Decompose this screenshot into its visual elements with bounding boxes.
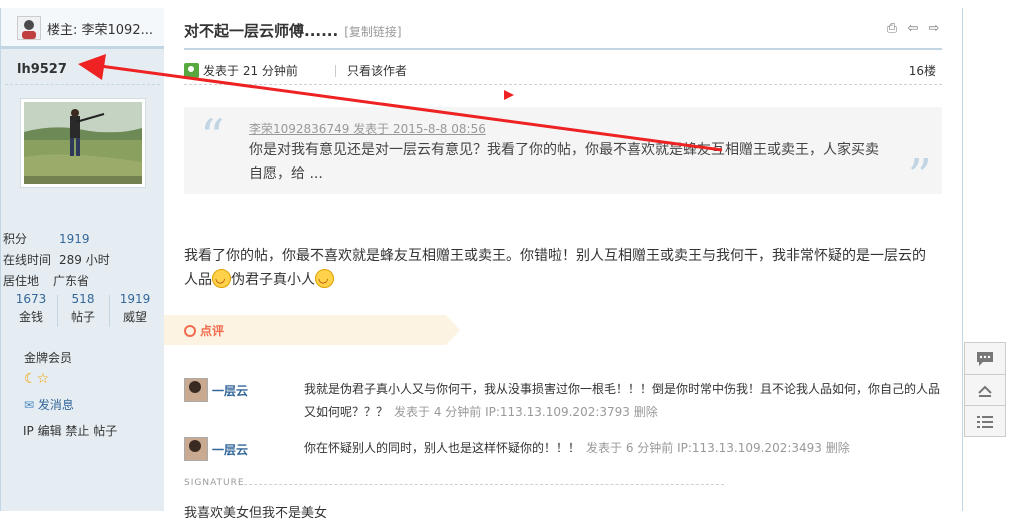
counter-label: 威望 <box>122 310 147 324</box>
floor-number[interactable]: 16楼 <box>909 62 936 79</box>
divider <box>57 295 58 327</box>
stat-value: 289 小时 <box>59 253 110 267</box>
counter-money[interactable]: 1673 金钱 <box>7 291 55 331</box>
signature-text: 我喜欢美女但我不是美女 <box>184 506 328 521</box>
next-thread-icon[interactable]: ⇨ <box>926 21 942 37</box>
comment-icon[interactable] <box>965 343 1005 373</box>
post-main: 对不起一层云师傅...... [复制链接] ⎙ ⇦ ⇨ 发表于 21 分钟前 只看… <box>164 8 963 521</box>
copy-link-button[interactable]: [复制链接] <box>344 25 401 39</box>
quote-text: 你是对我有意见还是对一层云有意见？我看了你的帖，你最不喜欢就是蜂友互相赠王或卖王… <box>249 142 879 182</box>
star-icon: ☆ <box>36 371 50 387</box>
stat-label: 居住地 <box>3 274 40 288</box>
stat-value: 广东省 <box>53 274 90 288</box>
quote-block: “ 李荣1092836749 发表于 2015-8-8 08:56 你是对我有意… <box>184 107 942 205</box>
comment-text: 我就是伪君子真小人又与你何干，我从没事损害过你一根毛！！！倒是你时常中伤我！且不… <box>304 378 944 424</box>
stat-label: 积分 <box>3 232 28 246</box>
prev-thread-icon[interactable]: ⇦ <box>905 21 921 37</box>
post-text: 伪君子真小人 <box>231 272 315 288</box>
author-only-link[interactable]: 只看该作者 <box>347 62 407 79</box>
divider <box>5 84 160 85</box>
back-to-top-icon[interactable] <box>965 375 1005 405</box>
counter-value: 1673 <box>15 292 47 306</box>
comment-section-header: 点评 <box>164 315 462 345</box>
stat-value[interactable]: 1919 <box>59 232 90 246</box>
post-meta: 发表于 21 分钟前 只看该作者 16楼 <box>184 62 942 82</box>
mail-icon: ✉ <box>24 398 35 412</box>
post-author-username[interactable]: lh9527 <box>17 62 67 77</box>
quote-source[interactable]: 李荣1092836749 发表于 2015-8-8 08:56 <box>249 120 486 137</box>
author-photo[interactable] <box>20 98 146 188</box>
list-icon[interactable] <box>965 406 1005 436</box>
smiley-icon <box>315 269 334 288</box>
comment-text: 你在怀疑别人的同时，别人也是这样怀疑你的！！！ 发表于 6 分钟前 IP:113.… <box>304 437 944 460</box>
op-avatar[interactable] <box>17 16 41 40</box>
thread-starter-bar: 楼主: 李荣1092... <box>1 8 164 49</box>
print-icon[interactable]: ⎙ <box>884 21 900 37</box>
post-content: 我看了你的帖，你最不喜欢就是蜂友互相赠王或卖王。你错啦！别人互相赠王或卖王与我何… <box>184 244 939 292</box>
comment-dot-icon <box>184 325 196 337</box>
counter-value: 1919 <box>119 292 151 306</box>
smiley-icon <box>212 269 231 288</box>
commenter-name[interactable]: 一层云 <box>212 382 248 399</box>
stat-online-time: 在线时间 289 小时 <box>3 251 110 268</box>
user-counters: 1673 金钱 518 帖子 1919 威望 <box>7 291 157 333</box>
send-message-label[interactable]: 发消息 <box>38 398 74 412</box>
posted-time: 发表于 21 分钟前 <box>203 64 298 78</box>
author-sidebar: 楼主: 李荣1092... lh9527 积分 1919 在线时间 289 小时 居… <box>0 8 165 511</box>
send-message-link[interactable]: ✉ 发消息 <box>24 396 74 413</box>
divider <box>244 484 724 485</box>
thread-starter-label[interactable]: 楼主: 李荣1092... <box>47 19 153 38</box>
comment-meta[interactable]: 发表于 4 分钟前 IP:113.13.109.202:3793 删除 <box>394 405 658 419</box>
thread-title: 对不起一层云师傅...... [复制链接] <box>184 20 402 41</box>
divider <box>109 295 110 327</box>
quote-open-icon: “ <box>200 109 225 165</box>
divider <box>184 48 942 50</box>
divider <box>335 65 336 77</box>
moon-icon: ☾ <box>24 371 37 387</box>
commenter-avatar[interactable] <box>184 437 208 461</box>
counter-prestige[interactable]: 1919 威望 <box>111 291 159 331</box>
comment-meta[interactable]: 发表于 6 分钟前 IP:113.13.109.202:3493 删除 <box>586 441 850 455</box>
divider <box>184 84 942 85</box>
stat-credits: 积分 1919 <box>3 230 90 247</box>
counter-label: 金钱 <box>18 310 43 324</box>
comment-section-label: 点评 <box>200 324 225 338</box>
moderator-links[interactable]: IP 编辑 禁止 帖子 <box>23 422 117 439</box>
counter-value: 518 <box>71 292 95 306</box>
counter-label: 帖子 <box>70 310 95 324</box>
counter-posts[interactable]: 518 帖子 <box>59 291 107 331</box>
quote-close-icon: ” <box>907 149 932 205</box>
thread-tools: ⎙ ⇦ ⇨ <box>884 21 944 37</box>
signature-label: SIGNATURE <box>184 478 245 488</box>
stat-location: 居住地 广东省 <box>3 272 89 289</box>
member-group[interactable]: 金牌会员 <box>24 349 72 366</box>
stat-label: 在线时间 <box>3 253 52 267</box>
floating-toolbar <box>964 342 1006 437</box>
thread-title-text: 对不起一层云师傅...... <box>184 22 339 40</box>
comment-body: 你在怀疑别人的同时，别人也是这样怀疑你的！！！ <box>304 441 581 455</box>
online-status-icon <box>184 63 199 78</box>
commenter-name[interactable]: 一层云 <box>212 441 248 458</box>
rank-medals: ☾☆ <box>24 371 49 387</box>
commenter-avatar[interactable] <box>184 378 208 402</box>
